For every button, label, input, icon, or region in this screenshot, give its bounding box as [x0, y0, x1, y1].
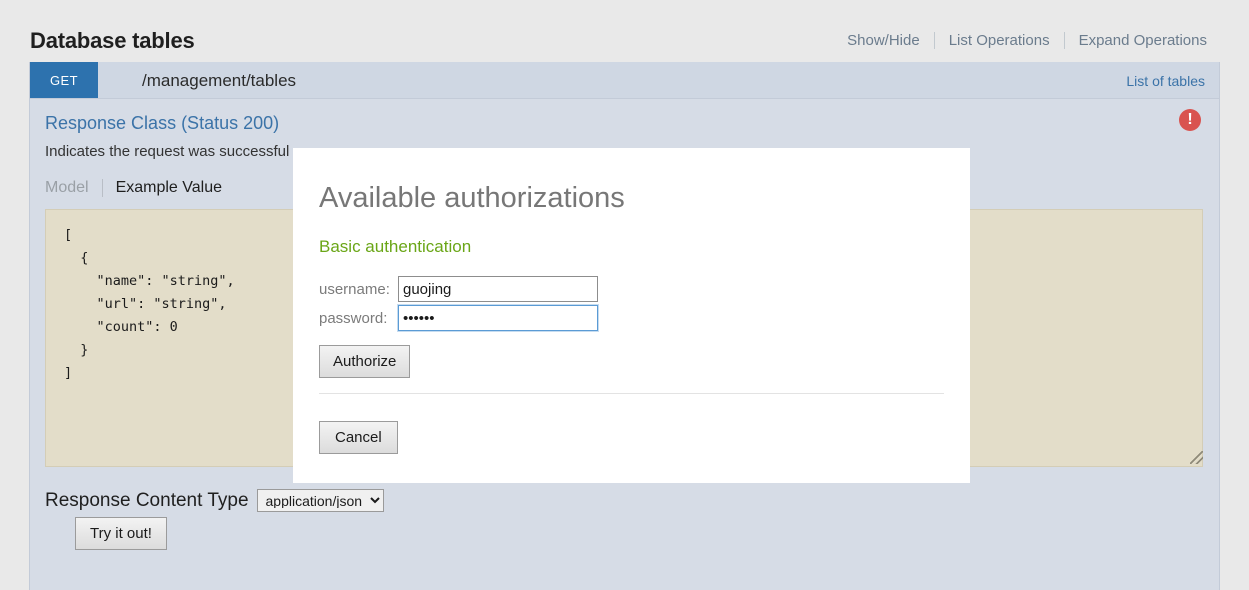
code-block-resize-handle[interactable]	[1190, 451, 1203, 464]
password-label: password:	[319, 310, 398, 327]
response-content-type-label: Response Content Type	[45, 490, 249, 512]
page-title: Database tables	[30, 28, 195, 54]
username-input[interactable]	[398, 276, 598, 302]
authorize-button[interactable]: Authorize	[319, 345, 410, 378]
header-link-expand-operations[interactable]: Expand Operations	[1065, 32, 1221, 49]
header-link-show-hide[interactable]: Show/Hide	[833, 32, 934, 49]
exclamation-circle-icon[interactable]: !	[1179, 109, 1201, 131]
response-content-type-select[interactable]: application/json	[257, 489, 384, 512]
password-field-row: password:	[319, 305, 598, 331]
page-header: Database tables Show/Hide List Operation…	[0, 0, 1249, 62]
operation-summary-link[interactable]: List of tables	[1126, 73, 1205, 89]
username-field-row: username:	[319, 276, 598, 302]
modal-divider	[319, 393, 944, 394]
header-link-list-operations[interactable]: List Operations	[935, 32, 1064, 49]
response-content-type-row: Response Content Type application/json	[45, 489, 384, 512]
modal-title: Available authorizations	[319, 182, 625, 215]
cancel-button[interactable]: Cancel	[319, 421, 398, 454]
operation-path[interactable]: /management/tables	[142, 71, 296, 91]
header-links: Show/Hide List Operations Expand Operati…	[833, 32, 1221, 49]
model-tabs: Model Example Value	[45, 179, 222, 197]
try-it-out-button[interactable]: Try it out!	[75, 517, 167, 550]
auth-type-label: Basic authentication	[319, 237, 471, 257]
tab-example-value[interactable]: Example Value	[102, 179, 222, 197]
response-class-title: Response Class (Status 200)	[45, 113, 279, 134]
tab-model[interactable]: Model	[45, 179, 102, 197]
password-input[interactable]	[398, 305, 598, 331]
operation-method-badge[interactable]: GET	[30, 62, 98, 98]
response-class-description: Indicates the request was successful	[45, 143, 289, 160]
operation-header[interactable]: GET /management/tables List of tables	[30, 62, 1219, 99]
username-label: username:	[319, 281, 398, 298]
available-authorizations-modal: Available authorizations Basic authentic…	[293, 148, 970, 483]
